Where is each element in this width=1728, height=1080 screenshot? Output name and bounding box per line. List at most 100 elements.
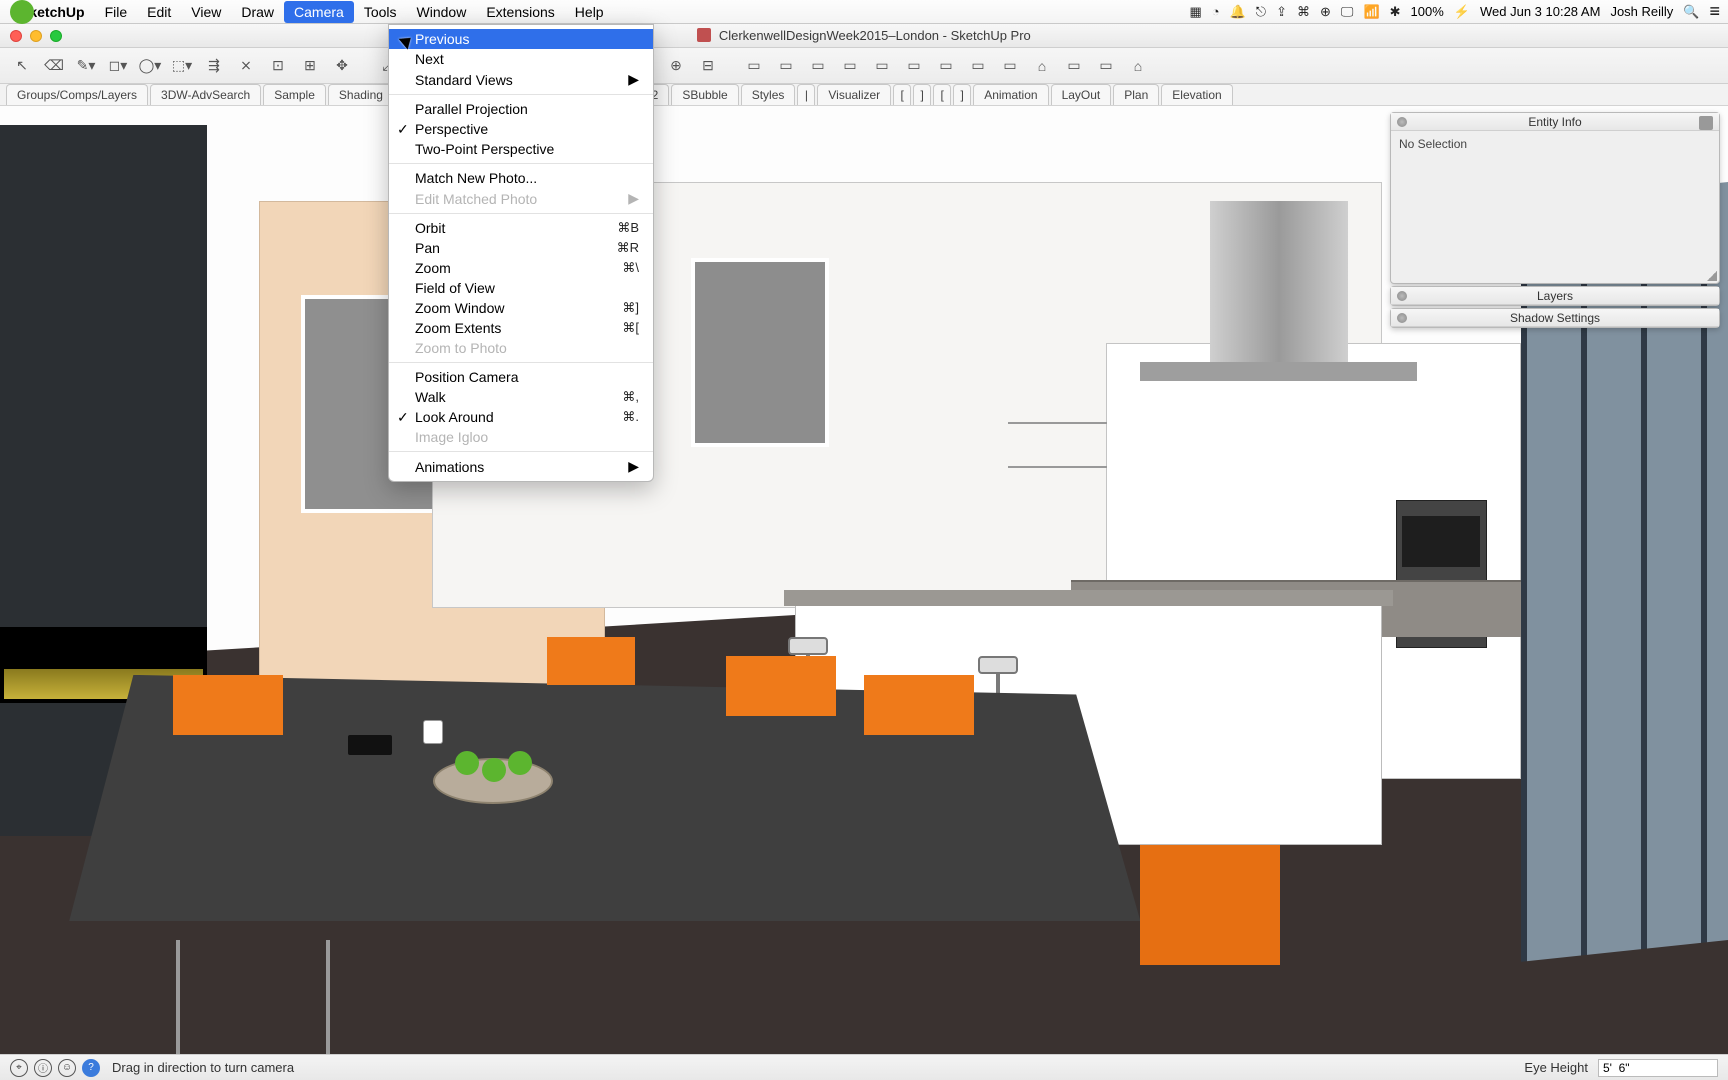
scene-tab[interactable]: [ (893, 84, 911, 105)
menu-draw[interactable]: Draw (231, 1, 284, 23)
minimize-window-button[interactable] (30, 30, 42, 42)
zoom-window-button[interactable] (50, 30, 62, 42)
toolbar-tool-8[interactable]: ⊡ (264, 53, 292, 79)
menubar-extra-icon[interactable]: ⎋ (1256, 4, 1266, 20)
menu-item[interactable]: Next (389, 49, 653, 69)
scene-tab[interactable]: | (797, 84, 815, 105)
toolbar-tool-24[interactable]: ▭ (804, 53, 832, 79)
panel-header[interactable]: Layers (1391, 287, 1719, 305)
menu-file[interactable]: File (95, 1, 138, 23)
menu-item[interactable]: Standard Views▶ (389, 69, 653, 90)
scene-tab[interactable]: Plan (1113, 84, 1159, 105)
scene-tab[interactable]: Sample (263, 84, 326, 105)
scene-tab[interactable]: ] (953, 84, 971, 105)
menu-edit[interactable]: Edit (137, 1, 181, 23)
close-window-button[interactable] (10, 30, 22, 42)
panel-grip-icon[interactable] (1397, 291, 1407, 301)
toolbar-tool-26[interactable]: ▭ (868, 53, 896, 79)
toolbar-tool-32[interactable]: ▭ (1060, 53, 1088, 79)
menu-window[interactable]: Window (407, 1, 477, 23)
toolbar-tool-9[interactable]: ⊞ (296, 53, 324, 79)
person-icon[interactable]: ☺ (58, 1059, 76, 1077)
menu-item[interactable]: Field of View (389, 278, 653, 298)
toolbar-tool-20[interactable]: ⊕ (662, 53, 690, 79)
menu-item[interactable]: ✓Perspective (389, 119, 653, 139)
scene-tab[interactable]: [ (933, 84, 951, 105)
panel-header[interactable]: Shadow Settings (1391, 309, 1719, 327)
menu-camera[interactable]: Camera (284, 1, 354, 23)
toolbar-tool-7[interactable]: ⨯ (232, 53, 260, 79)
scene-tab[interactable]: ] (913, 84, 931, 105)
toolbar-tool-30[interactable]: ▭ (996, 53, 1024, 79)
layers-panel[interactable]: Layers (1390, 286, 1720, 306)
toolbar-tool-34[interactable]: ⌂ (1124, 53, 1152, 79)
toolbar-tool-29[interactable]: ▭ (964, 53, 992, 79)
geolocation-icon[interactable]: ⌖ (10, 1059, 28, 1077)
toolbar-tool-33[interactable]: ▭ (1092, 53, 1120, 79)
menubar-extra-icon[interactable]: ▦ (1189, 4, 1201, 20)
scene-tab[interactable]: SBubble (671, 84, 738, 105)
bluetooth-icon[interactable]: ✱ (1390, 4, 1401, 20)
menu-item[interactable]: Previous (389, 29, 653, 49)
entity-info-panel[interactable]: Entity Info No Selection (1390, 112, 1720, 284)
toolbar-tool-27[interactable]: ▭ (900, 53, 928, 79)
menu-item[interactable]: Zoom⌘\ (389, 258, 653, 278)
menu-tools[interactable]: Tools (354, 1, 407, 23)
menubar-extra-icon[interactable]: 🖵 (1341, 4, 1354, 20)
scene-tab[interactable]: Shading (328, 84, 394, 105)
menu-item[interactable]: Position Camera (389, 367, 653, 387)
menu-help[interactable]: Help (565, 1, 614, 23)
menu-item[interactable]: Zoom Window⌘] (389, 298, 653, 318)
menu-item[interactable]: Parallel Projection (389, 99, 653, 119)
menu-item[interactable]: Orbit⌘B (389, 218, 653, 238)
spotlight-icon[interactable] (1683, 4, 1699, 20)
toolbar-tool-25[interactable]: ▭ (836, 53, 864, 79)
help-icon[interactable]: ? (82, 1059, 100, 1077)
menu-item[interactable]: ✓Look Around⌘. (389, 407, 653, 427)
toolbar-tool-22[interactable]: ▭ (740, 53, 768, 79)
toolbar-tool-5[interactable]: ⬚▾ (168, 53, 196, 79)
toolbar-tool-6[interactable]: ⇶ (200, 53, 228, 79)
toolbar-tool-21[interactable]: ⊟ (694, 53, 722, 79)
menu-view[interactable]: View (181, 1, 231, 23)
panel-resize-handle[interactable] (1707, 271, 1717, 281)
menubar-user[interactable]: Josh Reilly (1610, 4, 1673, 19)
menu-item[interactable]: Zoom Extents⌘[ (389, 318, 653, 338)
menu-item[interactable]: Animations▶ (389, 456, 653, 477)
toolbar-tool-10[interactable]: ✥ (328, 53, 356, 79)
notification-center-icon[interactable] (1709, 1, 1720, 22)
scene-tab[interactable]: Visualizer (817, 84, 891, 105)
menubar-clock[interactable]: Wed Jun 3 10:28 AM (1480, 4, 1600, 19)
menubar-extra-icon[interactable]: ⇪ (1276, 4, 1287, 20)
battery-icon[interactable]: ⚡ (1454, 4, 1470, 20)
apple-menu[interactable] (10, 0, 34, 24)
wifi-icon[interactable]: 📶 (1363, 4, 1379, 20)
menubar-extra-icon[interactable]: ⊕ (1320, 4, 1331, 20)
panel-header[interactable]: Entity Info (1391, 113, 1719, 131)
panel-grip-icon[interactable] (1397, 313, 1407, 323)
scene-tab[interactable]: Styles (741, 84, 796, 105)
menu-item[interactable]: Pan⌘R (389, 238, 653, 258)
toolbar-tool-4[interactable]: ◯▾ (136, 53, 164, 79)
panel-expand-toggle[interactable] (1699, 116, 1713, 130)
menu-item[interactable]: Walk⌘, (389, 387, 653, 407)
menu-item[interactable]: Two-Point Perspective (389, 139, 653, 159)
toolbar-tool-23[interactable]: ▭ (772, 53, 800, 79)
menu-extensions[interactable]: Extensions (476, 1, 564, 23)
menubar-extra-icon[interactable]: 🔔 (1230, 4, 1246, 20)
toolbar-tool-3[interactable]: ◻▾ (104, 53, 132, 79)
scene-tab[interactable]: Groups/Comps/Layers (6, 84, 148, 105)
scene-tab[interactable]: Elevation (1161, 84, 1232, 105)
menubar-extra-icon[interactable]: ⌘ (1297, 4, 1310, 20)
shadow-settings-panel[interactable]: Shadow Settings (1390, 308, 1720, 328)
toolbar-tool-0[interactable]: ↖ (8, 53, 36, 79)
toolbar-tool-28[interactable]: ▭ (932, 53, 960, 79)
toolbar-tool-31[interactable]: ⌂ (1028, 53, 1056, 79)
scene-tab[interactable]: LayOut (1051, 84, 1112, 105)
toolbar-tool-1[interactable]: ⌫ (40, 53, 68, 79)
menubar-extra-icon[interactable]: ◔ (1212, 4, 1220, 19)
toolbar-tool-2[interactable]: ✎▾ (72, 53, 100, 79)
scene-tab[interactable]: Animation (973, 84, 1048, 105)
menu-item[interactable]: Match New Photo... (389, 168, 653, 188)
panel-grip-icon[interactable] (1397, 117, 1407, 127)
